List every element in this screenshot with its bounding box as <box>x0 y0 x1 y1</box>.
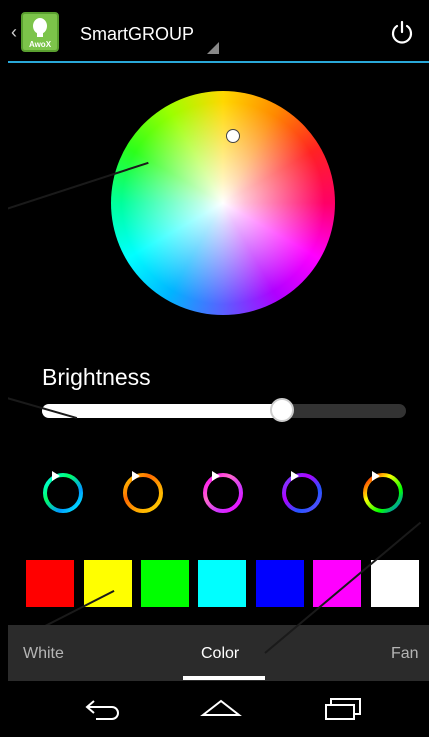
color-swatch-3[interactable] <box>141 560 189 607</box>
brightness-fill <box>42 404 282 418</box>
brightness-label: Brightness <box>42 364 151 390</box>
group-name[interactable]: SmartGROUP <box>80 24 194 45</box>
tab-white[interactable]: White <box>23 645 64 663</box>
mode-purple-cycle-button[interactable] <box>279 468 325 514</box>
tab-bar: White Color Fan <box>8 625 429 681</box>
tab-color[interactable]: Color <box>201 645 239 663</box>
color-swatch-1[interactable] <box>26 560 74 607</box>
header: ‹ AwoX SmartGROUP <box>8 0 429 63</box>
system-nav-bar <box>8 681 429 737</box>
recent-apps-icon[interactable] <box>320 693 364 723</box>
color-swatch-7[interactable] <box>371 560 419 607</box>
header-divider <box>8 61 429 63</box>
home-icon[interactable] <box>199 693 243 723</box>
awox-logo[interactable]: AwoX <box>21 12 59 52</box>
mode-cyan-cycle-button[interactable] <box>40 468 86 514</box>
color-wheel[interactable] <box>111 91 335 315</box>
mode-pink-cycle-button[interactable] <box>200 468 246 514</box>
color-wheel-knob[interactable] <box>226 129 240 143</box>
dropdown-indicator-icon[interactable] <box>207 42 219 54</box>
color-swatch-6[interactable] <box>313 560 361 607</box>
tab-fan[interactable]: Fan <box>391 645 419 663</box>
back-arrow-icon[interactable]: ‹ <box>11 22 17 43</box>
brightness-thumb[interactable] <box>270 398 294 422</box>
app-screen: ‹ AwoX SmartGROUP Brightness White Color… <box>8 0 429 737</box>
power-icon[interactable] <box>389 20 415 46</box>
back-icon[interactable] <box>82 693 126 723</box>
tab-selected-indicator <box>183 676 265 680</box>
color-swatch-5[interactable] <box>256 560 304 607</box>
mode-rainbow-cycle-button[interactable] <box>360 468 406 514</box>
bulb-icon <box>33 18 47 37</box>
mode-orange-cycle-button[interactable] <box>120 468 166 514</box>
logo-text: AwoX <box>28 40 52 49</box>
color-swatch-4[interactable] <box>198 560 246 607</box>
